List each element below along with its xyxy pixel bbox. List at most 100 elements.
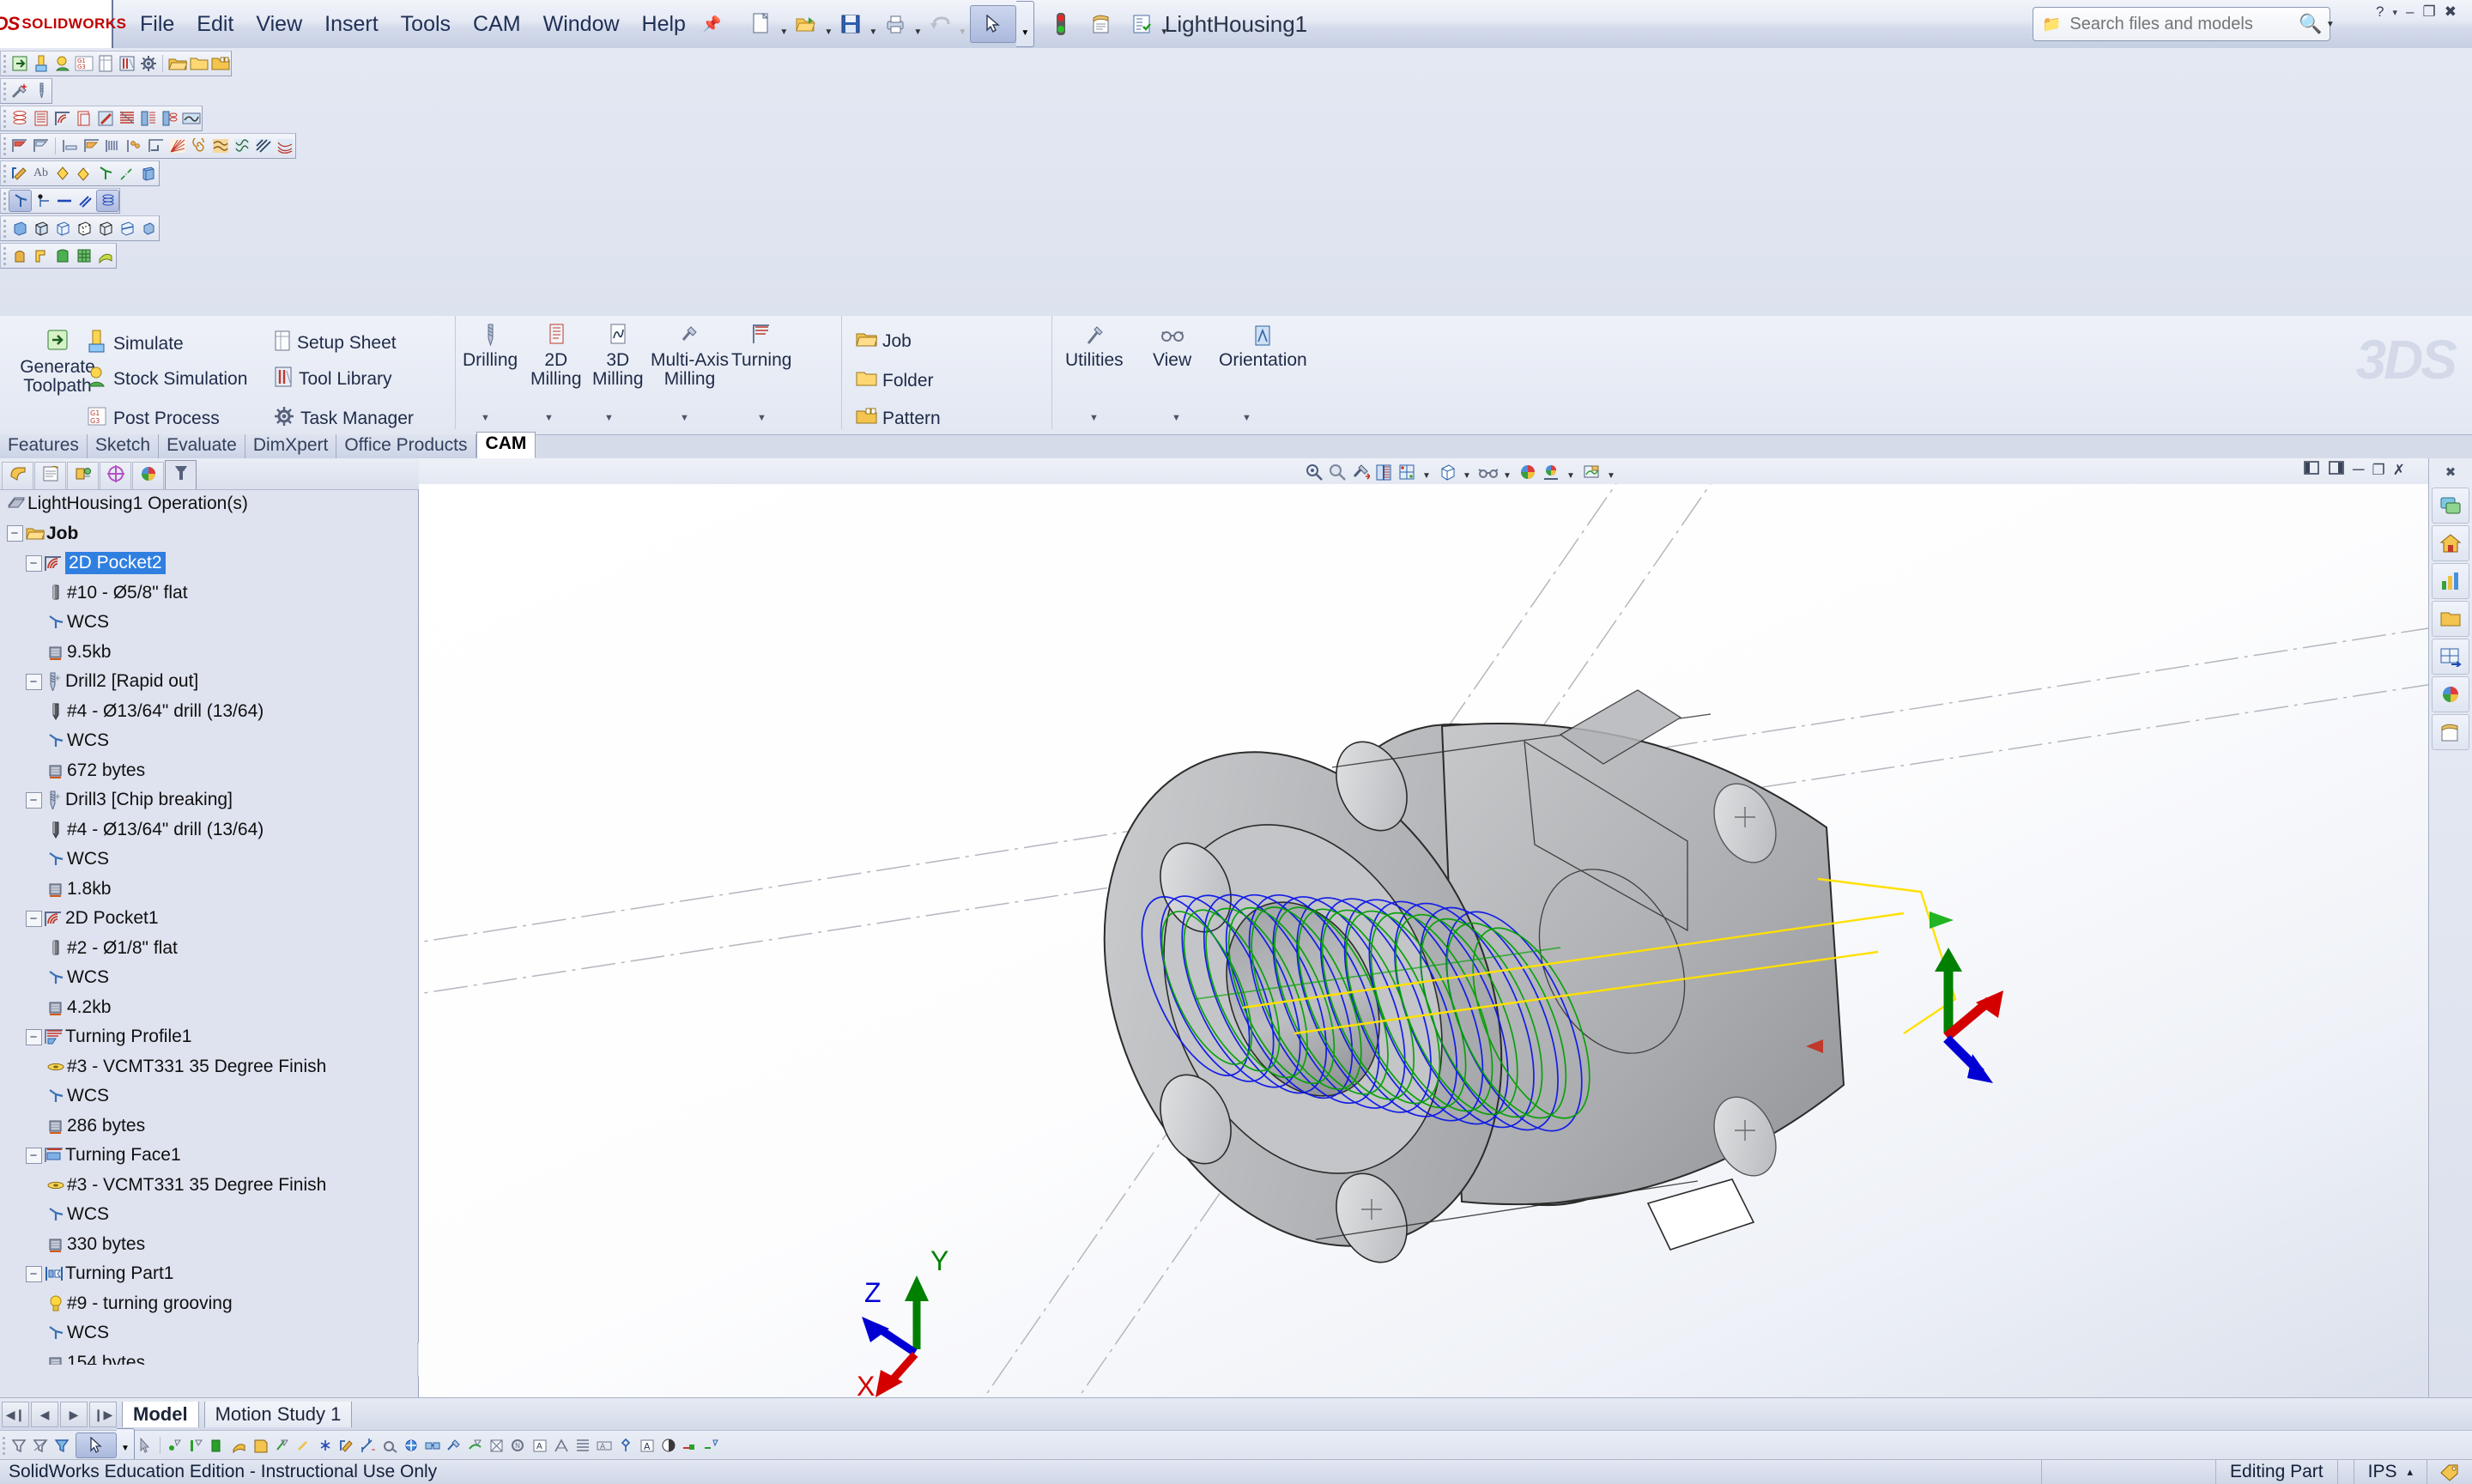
property-manager-tab[interactable] xyxy=(34,462,66,489)
drilling-dropdown-caret[interactable]: ▼ xyxy=(481,413,490,423)
previous-view-icon[interactable] xyxy=(1349,462,1371,482)
ribbon-multi-axis-milling[interactable]: Multi-Axis Milling xyxy=(651,323,729,390)
tab-office-products[interactable]: Office Products xyxy=(336,434,476,458)
filter-faces-icon[interactable] xyxy=(207,1435,228,1456)
scene-icon[interactable] xyxy=(1540,462,1561,482)
search-scope-folder-icon[interactable]: 📁 xyxy=(2042,15,2061,33)
sw-resources-icon[interactable] xyxy=(2432,488,2469,524)
revolved-boss-icon[interactable] xyxy=(30,245,52,266)
new-folder-icon[interactable] xyxy=(188,53,209,74)
filter-mates-icon[interactable] xyxy=(421,1435,443,1456)
filter-axes-icon[interactable] xyxy=(293,1435,314,1456)
select-filter-button[interactable] xyxy=(76,1433,117,1458)
tile-right-icon[interactable] xyxy=(2328,460,2345,480)
multi-surface-feature-icon[interactable] xyxy=(137,108,159,129)
ribbon-post-process[interactable]: G1 G3 Post Process xyxy=(86,405,220,432)
display-manager-tab[interactable] xyxy=(132,462,164,489)
section-view-icon[interactable] xyxy=(116,218,137,239)
boss-feature-icon[interactable] xyxy=(30,108,52,129)
new-document-icon[interactable] xyxy=(747,7,776,41)
hide-show-dropdown[interactable]: ▼ xyxy=(1500,460,1515,484)
zoom-to-fit-icon[interactable] xyxy=(1303,462,1324,482)
toolbar-grip[interactable] xyxy=(1,53,9,74)
ribbon-2d-milling[interactable]: 2D Milling xyxy=(530,323,582,390)
filter-datum-icon[interactable] xyxy=(550,1435,572,1456)
face-feature-icon[interactable] xyxy=(73,108,94,129)
sheet-tab-motion-study[interactable]: Motion Study 1 xyxy=(203,1402,353,1427)
contour-toolpath-icon[interactable] xyxy=(274,136,295,156)
ribbon-task-manager[interactable]: Task Manager xyxy=(273,405,414,432)
curve-feature-icon[interactable] xyxy=(159,108,180,129)
ribbon-pattern[interactable]: Pattern xyxy=(855,407,941,430)
feature-manager-tab[interactable] xyxy=(2,462,33,489)
search-dropdown-caret[interactable]: ▼ xyxy=(2326,20,2335,29)
tile-left-icon[interactable] xyxy=(2303,460,2320,480)
tree-operation-5[interactable]: − Turning Profile1 xyxy=(0,1022,418,1052)
display-style-icon[interactable] xyxy=(1436,462,1457,482)
tree-operation-4[interactable]: − 2D Pocket1 xyxy=(0,904,418,934)
simulate-toolpath-icon[interactable] xyxy=(30,53,52,74)
engrave-feature-icon[interactable] xyxy=(180,108,202,129)
open-document-icon[interactable] xyxy=(791,7,821,41)
new-document-dropdown[interactable]: ▼ xyxy=(776,3,791,45)
first-tab-button[interactable]: ◀❙ xyxy=(2,1402,29,1427)
filter-planes-icon[interactable] xyxy=(271,1435,293,1456)
thread-feature-icon[interactable] xyxy=(116,108,137,129)
reference-axis-icon[interactable] xyxy=(53,191,75,211)
view-settings-icon[interactable] xyxy=(1580,462,1602,482)
cutoff-icon[interactable] xyxy=(124,136,145,156)
filter-tolerance-icon[interactable]: A xyxy=(593,1435,615,1456)
toolbar-grip[interactable] xyxy=(1,245,9,266)
select-tool-dropdown[interactable]: ▼ xyxy=(1016,1,1035,47)
stock-simulation-icon[interactable] xyxy=(52,53,73,74)
prev-tab-button[interactable]: ◀ xyxy=(31,1402,58,1427)
shaded-with-edges-icon[interactable] xyxy=(30,218,52,239)
configuration-manager-tab[interactable] xyxy=(67,462,99,489)
smart-dimension-icon[interactable] xyxy=(9,163,30,184)
display-style-dropdown[interactable]: ▼ xyxy=(1459,460,1475,484)
tree-child-item[interactable]: 672 bytes xyxy=(0,756,418,786)
tree-operation-6[interactable]: − Turning Face1 xyxy=(0,1141,418,1171)
toolbar-grip[interactable] xyxy=(1,81,9,101)
filter-surface-bodies-icon[interactable] xyxy=(228,1435,250,1456)
job-folder-icon[interactable] xyxy=(167,53,188,74)
pushpin-icon[interactable]: 📌 xyxy=(702,15,721,33)
tree-operation-1[interactable]: −2D Pocket2 xyxy=(0,548,418,578)
ribbon-drilling[interactable]: Drilling xyxy=(463,323,518,370)
ribbon-job[interactable]: Job xyxy=(855,330,912,353)
wireframe-icon[interactable] xyxy=(94,218,116,239)
operation-expander[interactable]: − xyxy=(24,548,43,578)
filter-weld-icon[interactable] xyxy=(464,1435,486,1456)
ribbon-turning[interactable]: Turning xyxy=(731,323,791,370)
tree-child-item[interactable]: WCS xyxy=(0,608,418,638)
filter-toggle-all-icon[interactable] xyxy=(679,1435,700,1456)
sheet-tab-model[interactable]: Model xyxy=(122,1402,199,1427)
tree-child-item[interactable]: WCS xyxy=(0,845,418,875)
options-dropdown[interactable]: ▼ xyxy=(1156,3,1172,45)
filter-surface-finish-icon[interactable] xyxy=(572,1435,593,1456)
block-icon[interactable] xyxy=(137,163,159,184)
options-icon[interactable] xyxy=(1127,7,1156,41)
tree-child-item[interactable]: #9 - turning grooving xyxy=(0,1289,418,1319)
status-tag-icon[interactable] xyxy=(2427,1460,2472,1484)
tree-child-item[interactable]: #10 - Ø5/8" flat xyxy=(0,578,418,609)
tree-child-item[interactable]: WCS xyxy=(0,1200,418,1230)
tree-operation-7[interactable]: − Turning Part1 xyxy=(0,1259,418,1289)
tab-dimxpert[interactable]: DimXpert xyxy=(245,434,337,458)
minimize-button[interactable]: – xyxy=(2406,3,2414,21)
status-units[interactable]: IPS ▴ xyxy=(2353,1460,2427,1484)
ribbon-utilities[interactable]: Utilities xyxy=(1065,324,1124,370)
datum-icon[interactable] xyxy=(94,163,116,184)
restore-button[interactable]: ❐ xyxy=(2423,3,2436,21)
task-manager-icon[interactable] xyxy=(137,53,159,74)
appearances-scenes-icon[interactable] xyxy=(2432,676,2469,712)
filter-sketch-icon[interactable] xyxy=(336,1435,357,1456)
zoom-to-area-icon[interactable] xyxy=(1326,462,1348,482)
menu-tools[interactable]: Tools xyxy=(390,9,462,40)
pattern-folder-icon[interactable] xyxy=(209,53,231,74)
save-icon[interactable] xyxy=(836,7,865,41)
boundary-boss-icon[interactable] xyxy=(94,245,116,266)
filter-text-icon[interactable]: A xyxy=(529,1435,550,1456)
filter-cosmetic-thread-icon[interactable] xyxy=(486,1435,507,1456)
operation-expander[interactable]: − xyxy=(24,1141,43,1171)
